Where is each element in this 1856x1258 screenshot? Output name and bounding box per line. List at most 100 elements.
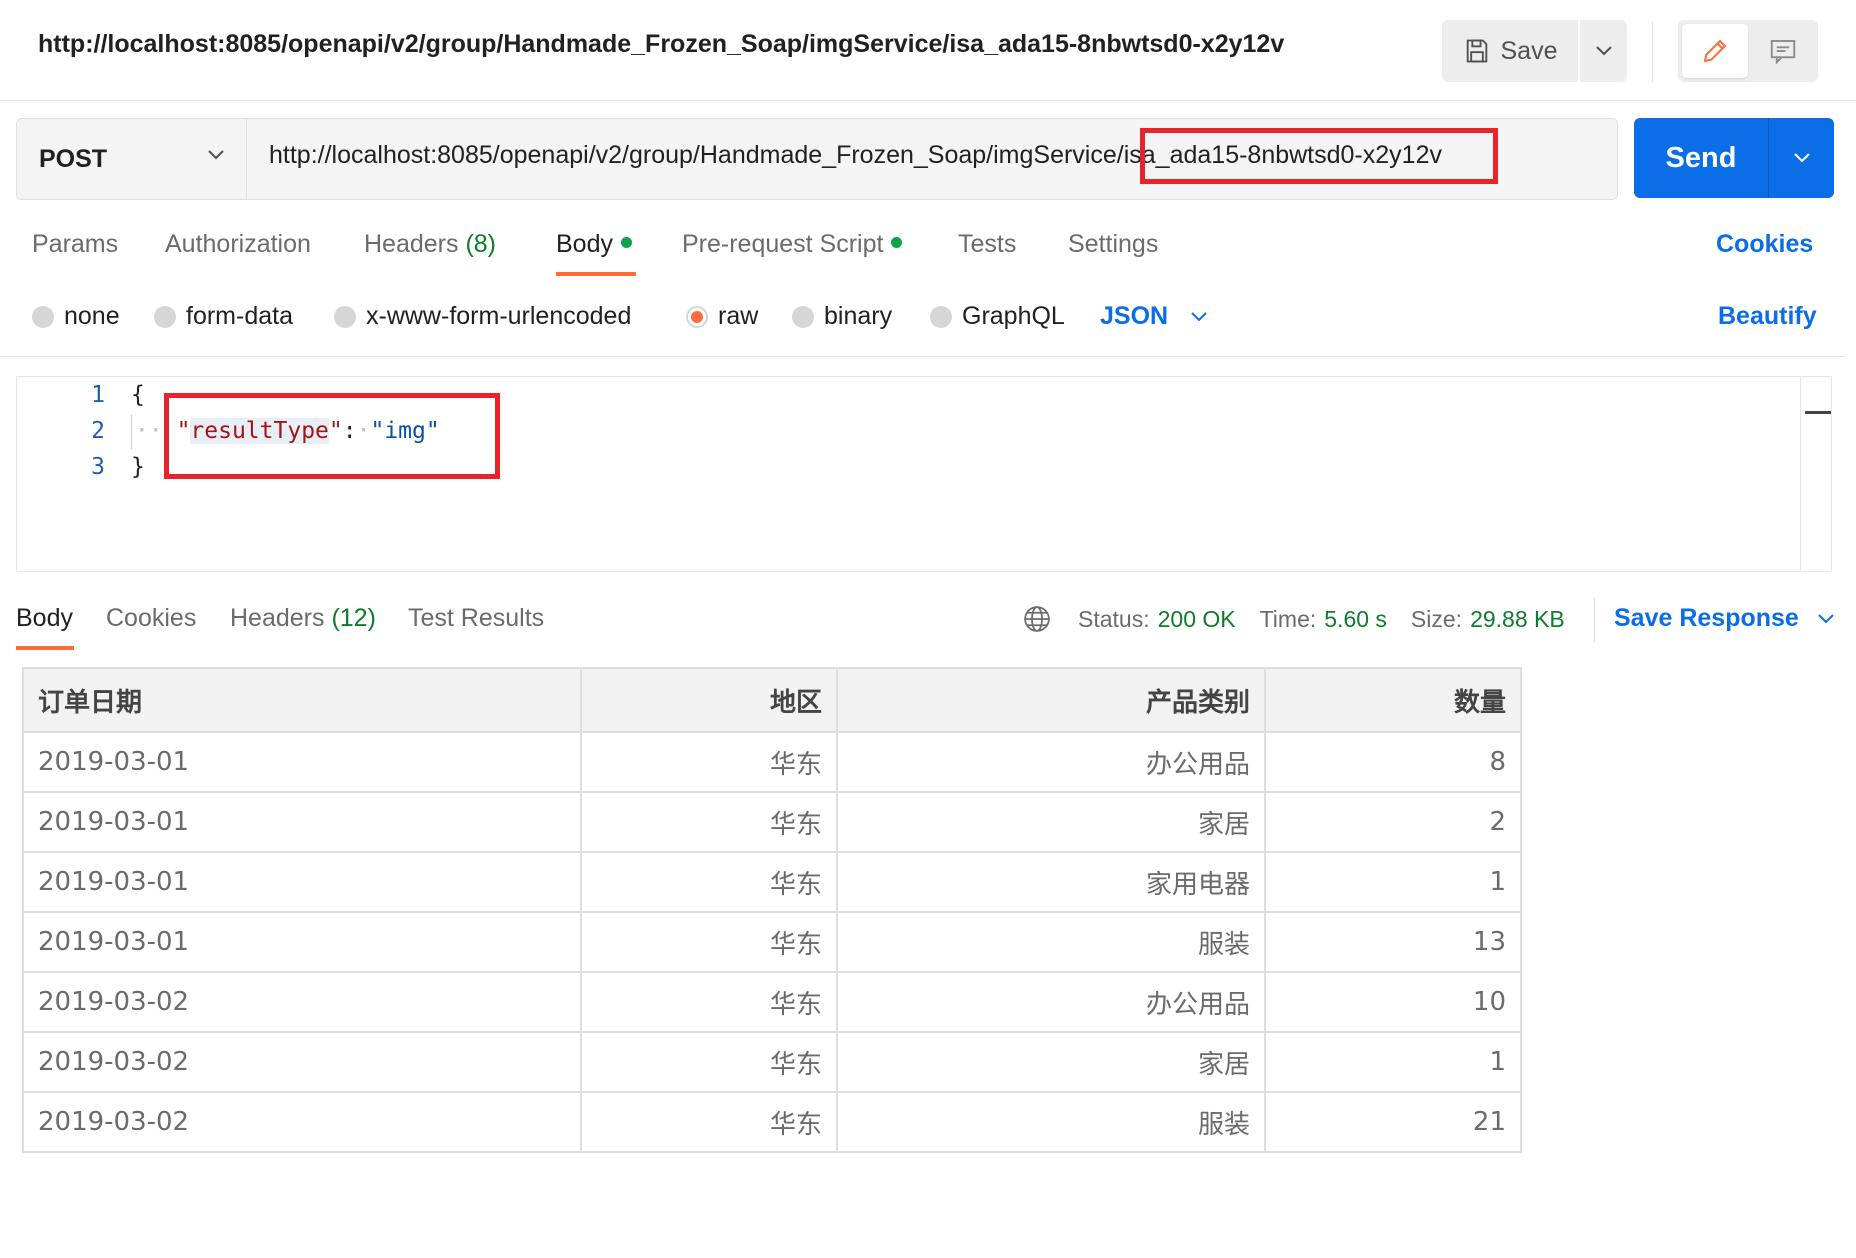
- send-button[interactable]: Send: [1634, 118, 1768, 198]
- table-cell: 2019-03-01: [22, 851, 582, 913]
- pencil-icon: [1703, 39, 1727, 63]
- table-cell: 家用电器: [836, 851, 1266, 913]
- table-row: 2019-03-01 华东 服装 13: [22, 911, 1522, 973]
- request-title[interactable]: http://localhost:8085/openapi/v2/group/H…: [38, 30, 1284, 59]
- chevron-down-icon: [1818, 613, 1834, 623]
- comment-icon: [1770, 40, 1796, 65]
- table-cell: 华东: [580, 1091, 838, 1153]
- globe-icon[interactable]: [1022, 604, 1052, 634]
- editor-scrollbar[interactable]: [1800, 377, 1831, 571]
- table-cell: 21: [1264, 1091, 1522, 1153]
- save-button-group: Save: [1442, 20, 1627, 82]
- response-meta: Status: 200 OK Time: 5.60 s Size: 29.88 …: [1022, 604, 1565, 634]
- status-value[interactable]: 200 OK: [1158, 606, 1236, 633]
- tab-prerequest-script[interactable]: Pre-request Script: [682, 230, 903, 259]
- line-number: 3: [91, 454, 105, 480]
- response-tab-headers-label: Headers: [230, 604, 325, 632]
- radio-circle: [154, 305, 176, 328]
- method-select[interactable]: POST: [17, 119, 247, 199]
- radio-urlencoded[interactable]: x-www-form-urlencoded: [334, 302, 631, 331]
- radio-graphql[interactable]: GraphQL: [930, 302, 1065, 331]
- tab-tests[interactable]: Tests: [958, 230, 1016, 259]
- tab-authorization[interactable]: Authorization: [165, 230, 311, 259]
- response-tab-cookies[interactable]: Cookies: [106, 604, 196, 633]
- table-cell: 华东: [580, 911, 838, 973]
- status-label: Status:: [1078, 605, 1150, 632]
- save-response-label: Save Response: [1614, 604, 1799, 632]
- table-cell: 办公用品: [836, 971, 1266, 1033]
- time-value[interactable]: 5.60 s: [1324, 606, 1387, 633]
- time-label: Time:: [1259, 605, 1317, 632]
- scrollbar-thumb[interactable]: [1805, 411, 1831, 414]
- table-cell: 2019-03-02: [22, 1031, 582, 1093]
- table-row: 2019-03-02 华东 家居 1: [22, 1031, 1522, 1093]
- tab-headers[interactable]: Headers (8): [364, 230, 496, 259]
- response-tab-headers[interactable]: Headers (12): [230, 604, 376, 633]
- chevron-down-icon: [1595, 46, 1612, 56]
- line-number: 1: [91, 382, 105, 408]
- comment-mode-button[interactable]: [1752, 24, 1814, 78]
- header-separator: [1652, 22, 1653, 82]
- beautify-link[interactable]: Beautify: [1718, 302, 1817, 331]
- tab-headers-count: (8): [465, 230, 497, 258]
- size-value[interactable]: 29.88 KB: [1470, 606, 1565, 633]
- format-label: JSON: [1100, 302, 1169, 330]
- save-response-button[interactable]: Save Response: [1614, 604, 1835, 633]
- radio-graphql-label: GraphQL: [962, 302, 1065, 330]
- section-divider: [0, 356, 1846, 357]
- table-cell: 1: [1264, 1031, 1522, 1093]
- tab-prerequest-indicator: [891, 236, 903, 248]
- code-line-1: {: [131, 382, 145, 408]
- radio-form-data[interactable]: form-data: [154, 302, 293, 331]
- tab-body-label: Body: [556, 230, 613, 258]
- tab-body[interactable]: Body: [556, 230, 632, 259]
- radio-circle-selected: [686, 305, 708, 328]
- radio-binary[interactable]: binary: [792, 302, 892, 331]
- cookies-link[interactable]: Cookies: [1716, 230, 1813, 259]
- send-button-group: Send: [1634, 118, 1834, 198]
- send-dropdown-button[interactable]: [1769, 118, 1834, 198]
- radio-circle: [334, 305, 356, 328]
- active-tab-underline: [556, 272, 636, 276]
- save-label: Save: [1500, 36, 1558, 65]
- table-cell: 华东: [580, 1031, 838, 1093]
- radio-none[interactable]: none: [32, 302, 120, 331]
- table-row: 2019-03-02 华东 服装 21: [22, 1091, 1522, 1153]
- column-header: 产品类别: [836, 667, 1266, 733]
- radio-raw[interactable]: raw: [686, 302, 758, 331]
- radio-circle: [32, 305, 54, 328]
- method-label: POST: [39, 144, 108, 173]
- radio-circle: [792, 305, 814, 328]
- save-button[interactable]: Save: [1442, 20, 1578, 82]
- format-select[interactable]: JSON: [1100, 302, 1208, 331]
- table-cell: 办公用品: [836, 731, 1266, 793]
- table-cell: 8: [1264, 731, 1522, 793]
- table-row: 2019-03-01 华东 办公用品 8: [22, 731, 1522, 793]
- table-row: 2019-03-01 华东 家居 2: [22, 791, 1522, 853]
- tab-params[interactable]: Params: [32, 230, 118, 259]
- table-cell: 华东: [580, 851, 838, 913]
- response-tab-test-results[interactable]: Test Results: [408, 604, 544, 633]
- column-header: 地区: [580, 667, 838, 733]
- edit-mode-button[interactable]: [1682, 24, 1748, 78]
- radio-urlencoded-label: x-www-form-urlencoded: [366, 302, 632, 330]
- tab-prerequest-label: Pre-request Script: [682, 230, 884, 258]
- table-cell: 华东: [580, 791, 838, 853]
- code-line-3: }: [131, 454, 145, 480]
- status-separator: [1594, 598, 1595, 642]
- table-cell: 华东: [580, 971, 838, 1033]
- url-annotation-box: [1140, 128, 1498, 184]
- size-label: Size:: [1410, 605, 1463, 632]
- table-row: 2019-03-01 华东 家用电器 1: [22, 851, 1522, 913]
- save-icon: [1466, 39, 1487, 63]
- table-row: 2019-03-02 华东 办公用品 10: [22, 971, 1522, 1033]
- save-dropdown-button[interactable]: [1580, 20, 1627, 82]
- response-tab-body[interactable]: Body: [16, 604, 73, 633]
- tab-settings[interactable]: Settings: [1068, 230, 1158, 259]
- radio-none-label: none: [64, 302, 120, 330]
- response-tab-headers-count: (12): [331, 604, 376, 632]
- table-cell: 2019-03-02: [22, 1091, 582, 1153]
- tab-body-indicator: [620, 236, 632, 248]
- radio-raw-label: raw: [718, 302, 759, 330]
- table-cell: 服装: [836, 1091, 1266, 1153]
